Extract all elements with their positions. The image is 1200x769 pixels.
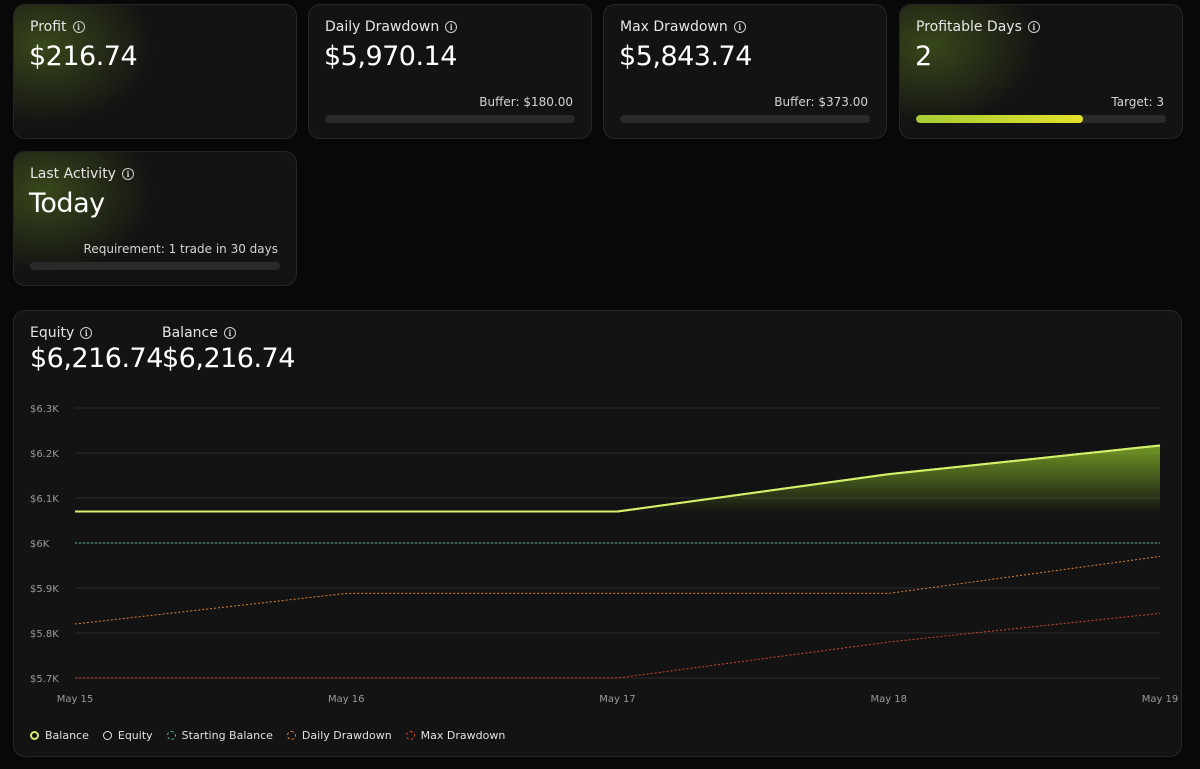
- balance-area: [617, 445, 1160, 514]
- x-tick-label: May 15: [57, 694, 94, 705]
- legend-label: Daily Drawdown: [301, 729, 392, 742]
- equity-chart-card: Equity i $6,216.74 Balance i $6,216.74 $…: [13, 310, 1182, 757]
- legend-swatch: [286, 731, 296, 740]
- y-tick-label: $6.2K: [30, 449, 59, 460]
- profitable-days-label-row: Profitable Days i: [916, 19, 1040, 35]
- last-activity-card: Last Activity i Today Requirement: 1 tra…: [13, 151, 297, 286]
- daily-drawdown-card: Daily Drawdown i $5,970.14 Buffer: $180.…: [308, 4, 592, 139]
- profit-value: $216.74: [29, 41, 138, 72]
- legend-label: Balance: [45, 729, 89, 742]
- profit-card: Profit i $216.74: [13, 4, 297, 139]
- y-tick-label: $6K: [30, 539, 50, 550]
- profitable-days-label: Profitable Days: [916, 19, 1022, 35]
- max-drawdown-value: $5,843.74: [619, 41, 752, 72]
- y-tick-label: $5.8K: [30, 629, 59, 640]
- legend-swatch: [30, 731, 39, 740]
- max-drawdown-card: Max Drawdown i $5,843.74 Buffer: $373.00: [603, 4, 887, 139]
- x-tick-label: May 16: [328, 694, 365, 705]
- profitable-days-value: 2: [915, 41, 932, 72]
- info-icon[interactable]: i: [72, 21, 85, 33]
- y-tick-label: $6.3K: [30, 404, 59, 415]
- x-tick-label: May 17: [599, 694, 636, 705]
- daily-drawdown-label-row: Daily Drawdown i: [325, 19, 458, 35]
- legend-label: Starting Balance: [181, 729, 273, 742]
- info-icon[interactable]: i: [445, 21, 458, 33]
- last-activity-value: Today: [29, 188, 105, 219]
- last-activity-label-row: Last Activity i: [30, 166, 134, 182]
- y-tick-label: $5.7K: [30, 674, 59, 685]
- legend-item-daily-drawdown[interactable]: Daily Drawdown: [286, 729, 392, 742]
- legend-swatch: [166, 731, 176, 740]
- profitable-days-progress-bar: [916, 115, 1166, 123]
- legend-item-balance[interactable]: Balance: [30, 729, 89, 742]
- legend-swatch: [405, 731, 415, 740]
- daily-drawdown-progress-bar: [325, 115, 575, 123]
- daily-drawdown-label: Daily Drawdown: [325, 19, 440, 35]
- equity-line-chart[interactable]: $6.3K $6.2K $6.1K $6K $5.9K $5.8K $5.7K May 15 M…: [14, 311, 1181, 711]
- legend-item-max-drawdown[interactable]: Max Drawdown: [405, 729, 506, 742]
- profitable-days-target: Target: 3: [1111, 95, 1164, 109]
- daily-drawdown-buffer: Buffer: $180.00: [479, 95, 573, 109]
- profitable-days-progress-fill: [916, 115, 1083, 123]
- last-activity-requirement: Requirement: 1 trade in 30 days: [83, 242, 278, 256]
- series-daily-drawdown: [74, 555, 1161, 625]
- max-drawdown-buffer: Buffer: $373.00: [774, 95, 868, 109]
- legend-label: Equity: [117, 729, 153, 742]
- y-tick-label: $6.1K: [30, 494, 59, 505]
- x-tick-label: May 19: [1142, 694, 1179, 705]
- info-icon[interactable]: i: [1027, 21, 1040, 33]
- legend-item-starting-balance[interactable]: Starting Balance: [166, 729, 273, 742]
- legend-item-equity[interactable]: Equity: [102, 729, 153, 742]
- legend-swatch: [102, 731, 112, 740]
- info-icon[interactable]: i: [733, 21, 746, 33]
- profitable-days-card: Profitable Days i 2 Target: 3: [899, 4, 1183, 139]
- profit-label-row: Profit i: [30, 19, 85, 35]
- max-drawdown-label-row: Max Drawdown i: [620, 19, 746, 35]
- max-drawdown-progress-bar: [620, 115, 870, 123]
- last-activity-progress-bar: [30, 262, 280, 270]
- max-drawdown-label: Max Drawdown: [620, 19, 728, 35]
- last-activity-label: Last Activity: [30, 166, 116, 182]
- x-tick-label: May 18: [870, 694, 907, 705]
- daily-drawdown-value: $5,970.14: [324, 41, 457, 72]
- legend-label: Max Drawdown: [420, 729, 506, 742]
- info-icon[interactable]: i: [121, 168, 134, 180]
- y-tick-label: $5.9K: [30, 584, 59, 595]
- profit-label: Profit: [30, 19, 67, 35]
- series-max-drawdown: [75, 612, 1161, 679]
- chart-legend: Balance Equity Starting Balance Daily Drawd…: [30, 729, 505, 742]
